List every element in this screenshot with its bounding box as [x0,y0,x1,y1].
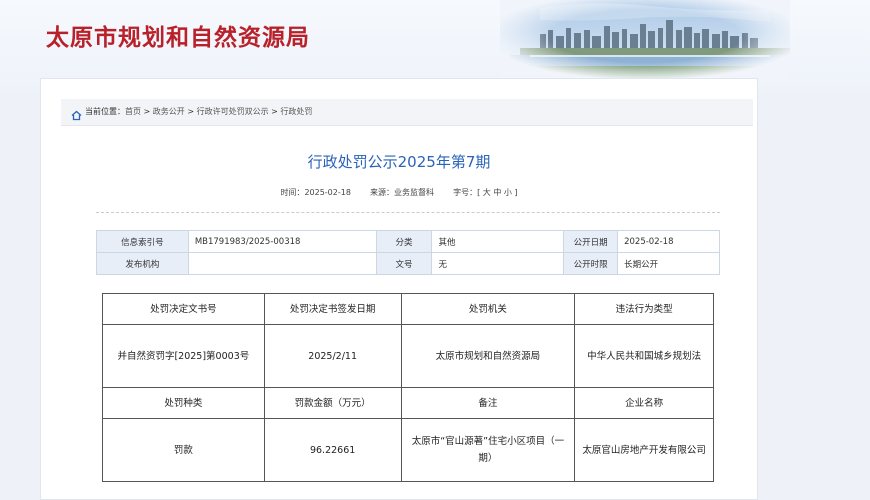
info-row: 发布机构 文号 无 公开时限 长期公开 [96,252,720,275]
breadcrumb-gov-affairs-link[interactable]: 政务公开 [153,107,185,116]
info-row: 信息索引号 MB1791983/2025-00318 分类 其他 公开日期 20… [96,230,720,253]
category-value: 其他 [431,230,565,253]
time-label: 时间： [280,188,305,197]
table-header-cell: 违法行为类型 [574,293,714,325]
table-cell: 太原市“官山源著”住宅小区项目（一期） [400,418,576,482]
table-header-cell: 处罚机关 [400,293,576,325]
table-cell: 并自然资罚字[2025]第0003号 [102,324,265,388]
doc-value: 无 [431,252,565,275]
breadcrumb-home-link[interactable]: 首页 [125,107,141,116]
table-row: 并自然资罚字[2025]第0003号 2025/2/11 太原市规划和自然资源局… [102,324,714,388]
table-cell: 罚款 [102,418,265,482]
site-title: 太原市规划和自然资源局 [46,24,310,51]
doc-label: 文号 [375,252,433,275]
content-panel: 当前位置：首页 > 政务公开 > 行政许可处罚双公示 > 行政处罚 行政处罚公示… [40,78,758,500]
table-cell: 太原市规划和自然资源局 [400,324,576,388]
table-cell: 中华人民共和国城乡规划法 [574,324,714,388]
table-header-cell: 备注 [400,387,576,419]
breadcrumb: 当前位置：首页 > 政务公开 > 行政许可处罚双公示 > 行政处罚 [61,99,753,126]
index-label: 信息索引号 [96,230,189,253]
table-header-cell: 处罚决定文书号 [102,293,265,325]
source-label: 来源： [370,188,395,197]
table-cell: 96.22661 [263,418,402,482]
period-label: 公开时限 [563,252,619,275]
penalty-table: 处罚决定文书号 处罚决定书签发日期 处罚机关 违法行为类型 并自然资罚字[202… [102,293,714,482]
source-value: 业务监督科 [394,188,435,197]
breadcrumb-separator: > [184,107,197,116]
table-header-cell: 企业名称 [574,387,714,419]
date-value: 2025-02-18 [617,230,720,253]
table-header-cell: 处罚种类 [102,387,265,419]
breadcrumb-penalty-link[interactable]: 行政处罚 [280,107,312,116]
table-header-row: 处罚决定文书号 处罚决定书签发日期 处罚机关 违法行为类型 [102,293,714,325]
article-title: 行政处罚公示2025年第7期 [307,153,491,171]
table-header-row: 处罚种类 罚款金额（万元） 备注 企业名称 [102,387,714,419]
info-table: 信息索引号 MB1791983/2025-00318 分类 其他 公开日期 20… [96,230,720,275]
category-label: 分类 [375,230,433,253]
fontsize-label: 字号： [453,188,478,197]
index-value: MB1791983/2025-00318 [187,230,377,253]
date-label: 公开日期 [563,230,619,253]
org-label: 发布机构 [96,252,189,275]
table-cell: 2025/2/11 [263,324,402,388]
table-cell: 太原官山房地产开发有限公司 [574,418,714,482]
city-skyline-image [500,0,790,80]
breadcrumb-label: 当前位置： [85,107,125,116]
period-value: 长期公开 [617,252,720,275]
table-header-cell: 罚款金额（万元） [263,387,402,419]
breadcrumb-separator: > [141,107,153,116]
home-icon[interactable] [71,106,82,121]
divider [96,212,720,213]
table-row: 罚款 96.22661 太原市“官山源著”住宅小区项目（一期） 太原官山房地产开… [102,418,714,482]
breadcrumb-publicity-link[interactable]: 行政许可处罚双公示 [197,107,269,116]
org-value [187,252,377,275]
table-header-cell: 处罚决定书签发日期 [263,293,402,325]
fontsize-options[interactable]: [ 大 中 小 ] [477,188,517,197]
time-value: 2025-02-18 [304,188,351,197]
article-meta: 时间：2025-02-18 来源：业务监督科 字号：[ 大 中 小 ] [41,187,757,198]
breadcrumb-separator: > [268,107,281,116]
